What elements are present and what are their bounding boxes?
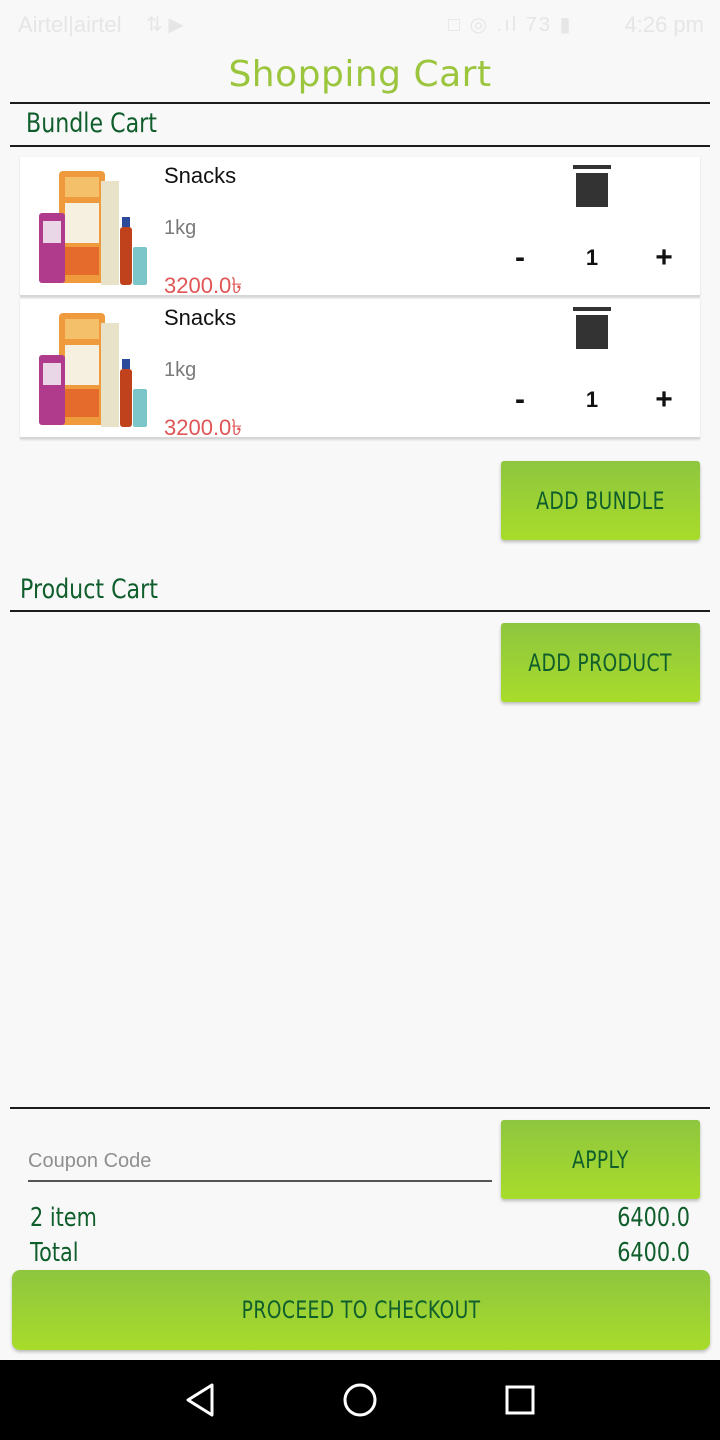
- item-name: Snacks: [164, 163, 237, 188]
- increase-quantity-button[interactable]: +: [650, 243, 678, 273]
- quantity-value: 1: [585, 245, 599, 270]
- total-label: Total: [30, 1238, 79, 1268]
- data-activity-icon: ⇅ ▶: [146, 14, 184, 36]
- grocery-bundle-image: [25, 305, 155, 433]
- back-triangle-icon[interactable]: [180, 1380, 220, 1420]
- item-price: 3200.0৳: [164, 415, 243, 440]
- item-subtotal-value: 6400.0: [617, 1203, 690, 1233]
- navigation-bar: [0, 1360, 720, 1440]
- decrease-quantity-button[interactable]: -: [508, 243, 532, 273]
- status-bar: Airtel|airtel ⇅ ▶ □ ◎ .ıl 73 ▮ 4:26 pm: [0, 0, 720, 48]
- add-bundle-label: ADD BUNDLE: [536, 486, 665, 515]
- trash-icon[interactable]: [573, 165, 611, 209]
- add-product-label: ADD PRODUCT: [528, 648, 673, 677]
- add-bundle-button[interactable]: ADD BUNDLE: [501, 461, 700, 540]
- page-title: Shopping Cart: [228, 54, 492, 95]
- recents-square-icon[interactable]: [500, 1380, 540, 1420]
- summary-divider: [10, 1107, 710, 1109]
- product-cart-title: Product Cart: [20, 574, 158, 605]
- bundle-cart-divider: [10, 145, 710, 147]
- apply-label: APPLY: [572, 1145, 629, 1174]
- item-weight: 1kg: [164, 217, 197, 239]
- quantity-value: 1: [585, 387, 599, 412]
- status-time: 4:26 pm: [624, 12, 705, 37]
- bundle-cart-item: Snacks 1kg 3200.0৳ - 1 +: [20, 299, 700, 440]
- item-name: Snacks: [164, 305, 237, 330]
- system-status-icons: □ ◎ .ıl 73 ▮: [448, 14, 573, 36]
- trash-icon[interactable]: [573, 307, 611, 351]
- item-weight: 1kg: [164, 359, 197, 381]
- home-circle-icon[interactable]: [340, 1380, 380, 1420]
- product-cart-divider: [10, 610, 710, 612]
- increase-quantity-button[interactable]: +: [650, 385, 678, 415]
- apply-coupon-button[interactable]: APPLY: [501, 1120, 700, 1199]
- checkout-label: PROCEED TO CHECKOUT: [241, 1296, 481, 1324]
- add-product-button[interactable]: ADD PRODUCT: [501, 623, 700, 702]
- decrease-quantity-button[interactable]: -: [508, 385, 532, 415]
- coupon-code-input[interactable]: [28, 1142, 492, 1182]
- proceed-to-checkout-button[interactable]: PROCEED TO CHECKOUT: [12, 1270, 710, 1350]
- item-count-label: 2 item: [30, 1203, 97, 1233]
- grocery-bundle-image: [25, 163, 155, 291]
- bundle-cart-title: Bundle Cart: [26, 108, 157, 139]
- total-value: 6400.0: [617, 1238, 690, 1268]
- carrier-name: Airtel|airtel: [18, 12, 122, 37]
- bundle-cart-item: Snacks 1kg 3200.0৳ - 1 +: [20, 157, 700, 298]
- header-divider: [10, 102, 710, 104]
